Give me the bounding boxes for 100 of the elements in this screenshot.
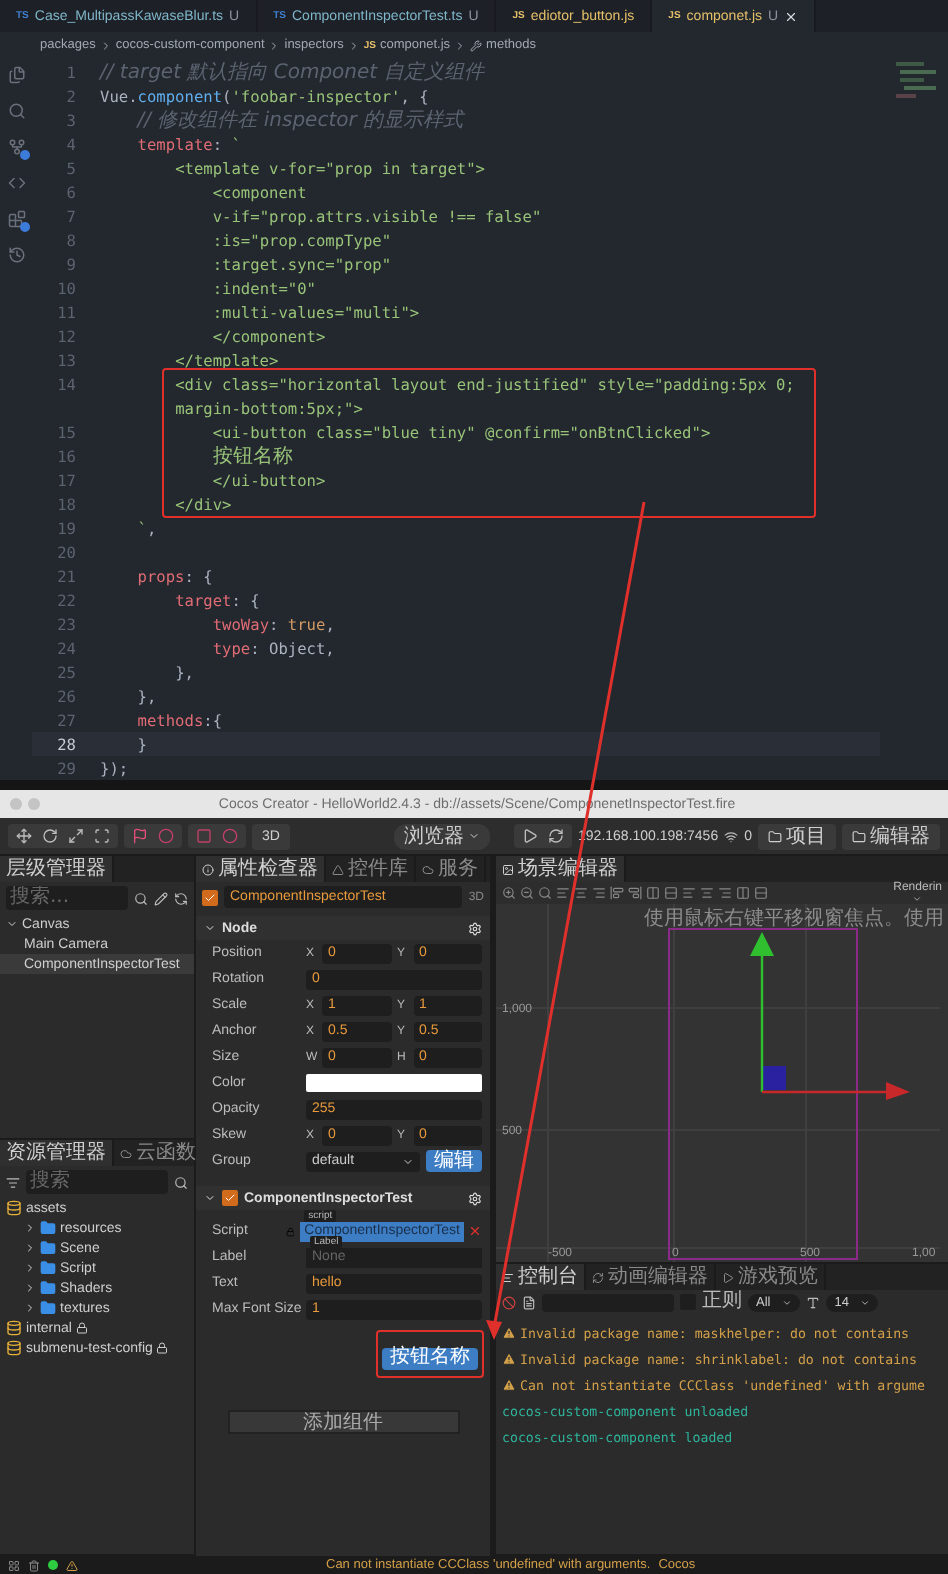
log-file-icon xyxy=(522,1295,536,1309)
database-icon xyxy=(6,1320,22,1336)
wrench-icon xyxy=(470,39,483,51)
align-icon[interactable] xyxy=(628,886,642,900)
panel-tab[interactable]: 资源管理器 xyxy=(0,1140,114,1166)
code-line: // 修改组件在 inspector 的显示样式 xyxy=(134,107,464,134)
search-icon xyxy=(134,891,148,905)
search-field[interactable]: 搜索... xyxy=(6,886,128,910)
wifi-icon xyxy=(724,829,739,843)
edit-icon xyxy=(154,891,168,905)
enabled-checkbox[interactable] xyxy=(222,1190,238,1206)
code-line: 按钮名称 xyxy=(210,443,293,470)
search-field[interactable]: 搜索 xyxy=(26,1170,168,1194)
files-icon xyxy=(7,66,25,84)
flag-icon xyxy=(132,828,148,844)
layout-icon xyxy=(8,1559,20,1571)
align-icon[interactable] xyxy=(718,886,732,900)
triangle-icon xyxy=(332,863,344,875)
rotate-tool-icon xyxy=(42,828,58,844)
circle-icon xyxy=(158,828,174,844)
edit-button[interactable]: 编辑 xyxy=(426,1150,482,1172)
extensions-icon[interactable] xyxy=(7,210,25,228)
database-icon xyxy=(6,1200,22,1216)
align-icon[interactable] xyxy=(646,886,660,900)
rect-tool-icon xyxy=(94,828,110,844)
trash-icon xyxy=(28,1559,40,1571)
regex-label: 正则 xyxy=(702,1292,742,1312)
caret-icon xyxy=(860,1297,871,1307)
play-icon xyxy=(522,828,539,844)
caret-icon xyxy=(912,894,923,904)
minimap-drawing xyxy=(896,62,936,98)
caret-icon xyxy=(468,830,481,842)
add-component-button[interactable]: 添加组件 xyxy=(227,1410,459,1434)
zoom-fit-icon xyxy=(538,886,552,900)
folder-icon xyxy=(40,1240,56,1256)
hint-text: 使用鼠标右键平移视窗焦点。使用 xyxy=(644,910,944,930)
folder-icon xyxy=(768,829,782,843)
refresh-icon xyxy=(174,891,188,905)
settings-icon xyxy=(468,1191,482,1205)
move-tool-icon xyxy=(16,828,32,844)
align-icon[interactable] xyxy=(736,886,750,900)
remove-icon xyxy=(468,1224,482,1238)
panel-tab[interactable]: 层级管理器 xyxy=(0,856,114,882)
folder-icon xyxy=(40,1280,56,1296)
panel-tab[interactable]: 控制台 xyxy=(496,1264,586,1290)
code-icon xyxy=(7,174,25,192)
settings-icon xyxy=(468,921,482,935)
zoom-out-icon xyxy=(520,886,534,900)
warning-icon xyxy=(502,1326,516,1340)
info-icon xyxy=(202,863,214,875)
align-icon[interactable] xyxy=(664,886,678,900)
cloud-icon xyxy=(422,863,434,875)
folder-icon xyxy=(40,1220,56,1236)
history-icon xyxy=(7,246,25,264)
refresh-icon xyxy=(592,1271,604,1283)
open-folder-button[interactable]: 项目 xyxy=(758,823,836,849)
align-icon[interactable] xyxy=(574,886,588,900)
folder-icon xyxy=(40,1260,56,1276)
panel-tab[interactable]: 控件库 xyxy=(326,856,416,882)
warning-icon xyxy=(66,1559,78,1571)
custom-button[interactable]: 按钮名称 xyxy=(382,1347,478,1369)
align-icon[interactable] xyxy=(682,886,696,900)
open-folder-button[interactable]: 编辑器 xyxy=(842,823,940,849)
sort-icon xyxy=(6,1175,20,1189)
checkmark-icon xyxy=(224,1192,236,1204)
color-swatch[interactable] xyxy=(306,1074,482,1092)
source-control-icon[interactable] xyxy=(7,138,25,156)
status-dot-icon xyxy=(48,1560,58,1570)
align-icon[interactable] xyxy=(592,886,606,900)
align-icon[interactable] xyxy=(754,886,768,900)
clear-icon xyxy=(502,1295,516,1309)
checkmark-icon xyxy=(204,891,216,903)
chevron-icon xyxy=(347,39,360,51)
caret-icon xyxy=(782,1297,793,1307)
panel-tab[interactable]: 服务 xyxy=(416,856,486,882)
database-icon xyxy=(6,1340,22,1356)
align-icon[interactable] xyxy=(610,886,624,900)
align-icon[interactable] xyxy=(556,886,570,900)
list-icon xyxy=(502,1271,514,1283)
circle-icon xyxy=(222,828,238,844)
caret-icon xyxy=(204,1192,216,1204)
close-icon xyxy=(784,9,799,23)
panel-tab[interactable]: 属性检查器 xyxy=(196,856,326,882)
active-checkbox[interactable] xyxy=(202,889,218,905)
warning-icon xyxy=(502,1378,516,1392)
caret-icon xyxy=(204,922,216,934)
panel-tab[interactable]: 动画编辑器 xyxy=(586,1264,716,1290)
font-size-icon xyxy=(806,1295,821,1309)
zoom-in-icon xyxy=(502,886,516,900)
chevron-icon xyxy=(268,39,281,51)
align-icon[interactable] xyxy=(700,886,714,900)
image-icon xyxy=(502,863,514,875)
square-icon xyxy=(196,828,212,844)
warning-icon xyxy=(502,1352,516,1366)
caret-icon xyxy=(402,1155,414,1167)
preview-select[interactable]: 浏览器 xyxy=(394,823,491,849)
chevron-icon xyxy=(454,39,467,51)
search-icon xyxy=(174,1175,188,1189)
panel-tab[interactable]: 游戏预览 xyxy=(716,1264,826,1290)
folder-icon xyxy=(852,829,866,843)
